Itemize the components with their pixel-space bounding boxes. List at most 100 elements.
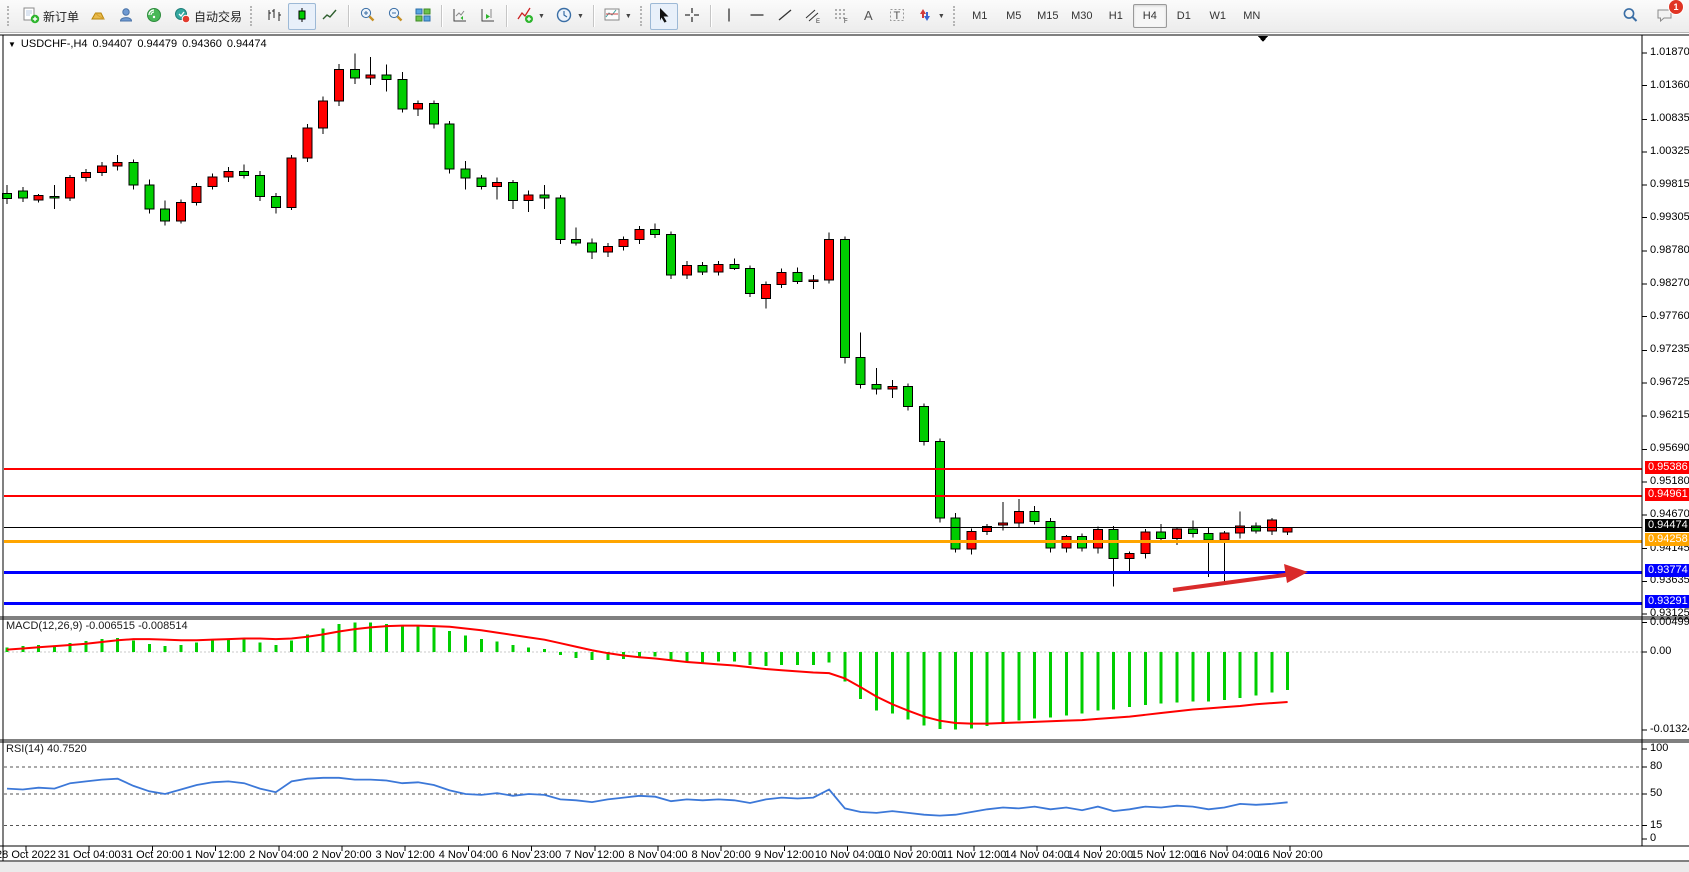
candle-body — [872, 385, 881, 389]
zoom-out-button[interactable] — [381, 3, 409, 30]
line-chart-button[interactable] — [316, 3, 344, 30]
fibonacci-icon: F — [832, 6, 850, 27]
candle-body — [319, 101, 328, 128]
candle-body — [398, 79, 407, 109]
price-tag-label: 0.95386 — [1645, 461, 1689, 474]
cursor-icon — [655, 6, 673, 27]
candle-body — [82, 172, 91, 177]
horizontal-line-button[interactable] — [743, 3, 771, 30]
candle-body — [113, 163, 122, 166]
indicators-button[interactable]: ▼ — [511, 3, 550, 30]
timeframe-m5-button[interactable]: M5 — [997, 4, 1031, 28]
toolbar-separator — [441, 5, 442, 27]
price-tag-label: 0.94961 — [1645, 488, 1689, 501]
timeframe-m15-button[interactable]: M15 — [1031, 4, 1065, 28]
timeframe-h4-button[interactable]: H4 — [1133, 4, 1167, 28]
candle-body — [840, 240, 849, 358]
candle-body — [540, 195, 549, 198]
candle-body — [255, 176, 264, 197]
trendline-button[interactable] — [771, 3, 799, 30]
price-tag-label: 0.93774 — [1645, 564, 1689, 577]
search-button[interactable] — [1616, 3, 1644, 30]
crosshair-button[interactable] — [678, 3, 706, 30]
periods-button[interactable]: ▼ — [550, 3, 589, 30]
crosshair-icon — [683, 6, 701, 27]
candle-body — [192, 186, 201, 202]
equidistant-channel-icon: E — [804, 6, 822, 27]
tile-windows-icon — [414, 6, 432, 27]
toolbar-grip — [250, 6, 255, 26]
time-axis[interactable] — [0, 846, 1642, 862]
new-order-label: 新订单 — [43, 8, 79, 25]
timeframe-h1-button[interactable]: H1 — [1099, 4, 1133, 28]
cursor-button[interactable] — [650, 3, 678, 30]
candle-body — [97, 166, 106, 172]
toolbar-separator — [506, 5, 507, 27]
bar-chart-button[interactable] — [260, 3, 288, 30]
timeframe-d1-button[interactable]: D1 — [1167, 4, 1201, 28]
gold-button[interactable] — [84, 3, 112, 30]
macd-label: MACD(12,26,9) -0.006515 -0.008514 — [6, 620, 188, 632]
candle-body — [161, 209, 170, 221]
svg-text:A: A — [864, 8, 873, 23]
autotrading-button[interactable]: 自动交易 — [168, 3, 247, 30]
candle-body — [1093, 530, 1102, 549]
fibonacci-button[interactable]: F — [827, 3, 855, 30]
signals-button[interactable] — [140, 3, 168, 30]
candle-body — [493, 183, 502, 187]
candle-body — [1283, 527, 1292, 531]
chart-high-value: 0.94479 — [137, 38, 177, 50]
chart-title-bar: ▼ USDCHF-,H4 0.94407 0.94479 0.94360 0.9… — [8, 38, 267, 50]
price-axis[interactable] — [1643, 33, 1689, 846]
zoom-out-icon — [386, 6, 404, 27]
timeframe-m30-button[interactable]: M30 — [1065, 4, 1099, 28]
zoom-in-button[interactable] — [353, 3, 381, 30]
equidistant-channel-button[interactable]: E — [799, 3, 827, 30]
line-chart-icon — [321, 6, 339, 27]
candle-body — [366, 75, 375, 78]
candle-body — [572, 240, 581, 243]
bottom-strip — [0, 862, 1689, 872]
candle-body — [335, 70, 344, 101]
community-button[interactable] — [112, 3, 140, 30]
candle-body — [461, 169, 470, 178]
timeframe-w1-button[interactable]: W1 — [1201, 4, 1235, 28]
candle-body — [999, 523, 1008, 525]
candle-body — [904, 387, 913, 407]
candle-body — [714, 265, 723, 272]
arrows-button[interactable]: ▼ — [911, 3, 950, 30]
timeframe-mn-button[interactable]: MN — [1235, 4, 1269, 28]
toolbar-separator — [710, 5, 711, 27]
toolbar-grip — [7, 6, 12, 26]
candle-body — [1267, 520, 1276, 531]
tile-windows-button[interactable] — [409, 3, 437, 30]
text-label-button[interactable]: T — [883, 3, 911, 30]
timeframe-m1-button[interactable]: M1 — [963, 4, 997, 28]
candle-body — [34, 195, 43, 199]
candle-body — [888, 387, 897, 390]
vertical-line-button[interactable] — [715, 3, 743, 30]
candle-body — [129, 163, 138, 185]
candle-body — [1172, 529, 1181, 539]
text-button[interactable]: A — [855, 3, 883, 30]
candle-body — [793, 272, 802, 281]
chart-window[interactable]: ▼ USDCHF-,H4 0.94407 0.94479 0.94360 0.9… — [0, 33, 1689, 872]
mt4-terminal: 新订单 自动交易 — [0, 0, 1689, 872]
dropdown-caret-icon: ▼ — [577, 13, 584, 20]
chart-shift-button[interactable] — [474, 3, 502, 30]
one-click-trading-arrow[interactable]: ▼ — [8, 40, 16, 49]
new-order-button[interactable]: 新订单 — [17, 3, 84, 30]
arrow-annotation-head — [1284, 564, 1308, 583]
chart-canvas[interactable] — [0, 33, 1689, 872]
candlestick-chart-button[interactable] — [288, 3, 316, 30]
candle-body — [18, 191, 27, 198]
candle-body — [682, 265, 691, 275]
candle-body — [1188, 529, 1197, 533]
chat-button[interactable]: 1 — [1650, 3, 1679, 30]
candle-body — [66, 177, 75, 198]
templates-button[interactable]: ▼ — [598, 3, 637, 30]
auto-scroll-button[interactable] — [446, 3, 474, 30]
chart-shift-marker — [1258, 36, 1268, 42]
horizontal-line-icon — [748, 6, 766, 27]
chart-symbol-period: USDCHF-,H4 — [21, 38, 88, 50]
